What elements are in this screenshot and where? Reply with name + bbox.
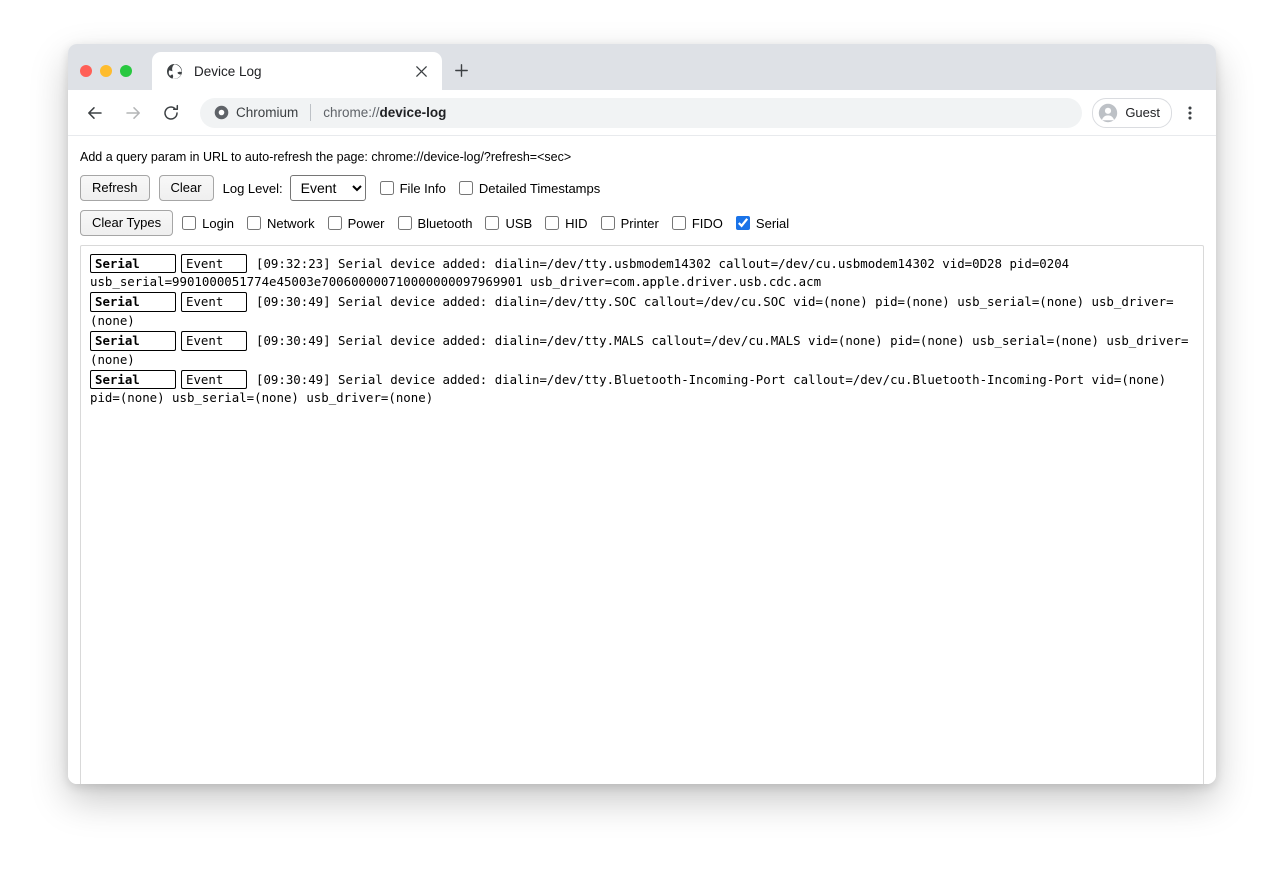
type-filter-hid: HID: [545, 216, 587, 231]
three-dot-menu-icon[interactable]: [1176, 99, 1204, 127]
close-window-button[interactable]: [80, 65, 92, 77]
profile-button[interactable]: Guest: [1092, 98, 1172, 128]
type-filter-label-usb[interactable]: USB: [505, 216, 532, 231]
primary-controls-row: Refresh Clear Log Level: ErrorUserEventD…: [80, 175, 1204, 201]
chromium-icon: [214, 105, 229, 120]
log-entry: SerialEvent[09:30:49] Serial device adde…: [90, 292, 1195, 330]
log-entry-type-badge: Serial: [90, 254, 176, 274]
log-entry-level-badge: Event: [181, 370, 247, 390]
log-entry-type-badge: Serial: [90, 292, 176, 312]
file-info-label[interactable]: File Info: [400, 181, 446, 196]
type-filter-fido: FIDO: [672, 216, 723, 231]
window-traffic-lights: [80, 65, 132, 77]
type-filter-checkbox-network[interactable]: [247, 216, 261, 230]
reload-icon[interactable]: [156, 98, 186, 128]
log-output-panel[interactable]: SerialEvent[09:32:23] Serial device adde…: [80, 245, 1204, 784]
type-filter-checkbox-login[interactable]: [182, 216, 196, 230]
type-filter-checkbox-usb[interactable]: [485, 216, 499, 230]
file-info-checkbox[interactable]: [380, 181, 394, 195]
log-level-label: Log Level:: [223, 181, 283, 196]
type-filter-serial: Serial: [736, 216, 789, 231]
forward-icon[interactable]: [118, 98, 148, 128]
type-filter-list: Login Network Power Bluetooth USB HID Printer F…: [182, 216, 789, 231]
device-log-page: Add a query param in URL to auto-refresh…: [68, 136, 1216, 784]
detailed-timestamps-label[interactable]: Detailed Timestamps: [479, 181, 600, 196]
type-filter-label-fido[interactable]: FIDO: [692, 216, 723, 231]
type-filter-label-printer[interactable]: Printer: [621, 216, 659, 231]
tab-strip: Device Log: [68, 44, 1216, 90]
type-filter-bluetooth: Bluetooth: [398, 216, 473, 231]
type-filter-label-login[interactable]: Login: [202, 216, 234, 231]
type-filter-network: Network: [247, 216, 315, 231]
address-bar[interactable]: Chromium chrome://device-log: [200, 98, 1082, 128]
refresh-hint: Add a query param in URL to auto-refresh…: [80, 149, 1204, 165]
minimize-window-button[interactable]: [100, 65, 112, 77]
maximize-window-button[interactable]: [120, 65, 132, 77]
type-filter-label-power[interactable]: Power: [348, 216, 385, 231]
file-info-group: File Info: [380, 181, 446, 196]
omnibox-divider: [310, 104, 311, 121]
omnibox-app-chip: Chromium: [214, 105, 298, 120]
type-filters-row: Clear Types Login Network Power Bluetooth US…: [80, 210, 1204, 236]
type-filter-checkbox-bluetooth[interactable]: [398, 216, 412, 230]
browser-toolbar: Chromium chrome://device-log Guest: [68, 90, 1216, 136]
log-entry-level-badge: Event: [181, 254, 247, 274]
detailed-timestamps-group: Detailed Timestamps: [459, 181, 600, 196]
type-filter-power: Power: [328, 216, 385, 231]
log-entry-level-badge: Event: [181, 292, 247, 312]
close-icon[interactable]: [410, 60, 432, 82]
person-icon: [1098, 103, 1118, 123]
log-entry: SerialEvent[09:32:23] Serial device adde…: [90, 254, 1195, 292]
log-entry-list: SerialEvent[09:32:23] Serial device adde…: [90, 254, 1195, 407]
type-filter-checkbox-fido[interactable]: [672, 216, 686, 230]
log-entry-message: [09:30:49] Serial device added: dialin=/…: [90, 333, 1188, 367]
type-filter-label-network[interactable]: Network: [267, 216, 315, 231]
log-level-select[interactable]: ErrorUserEventDebug: [290, 175, 366, 201]
type-filter-usb: USB: [485, 216, 532, 231]
type-filter-checkbox-serial[interactable]: [736, 216, 750, 230]
tab-title: Device Log: [194, 64, 410, 79]
type-filter-label-bluetooth[interactable]: Bluetooth: [418, 216, 473, 231]
log-entry-level-badge: Event: [181, 331, 247, 351]
log-entry-message: [09:30:49] Serial device added: dialin=/…: [90, 294, 1174, 328]
type-filter-label-serial[interactable]: Serial: [756, 216, 789, 231]
clear-button[interactable]: Clear: [159, 175, 214, 201]
type-filter-printer: Printer: [601, 216, 659, 231]
log-entry-type-badge: Serial: [90, 370, 176, 390]
tab-device-log[interactable]: Device Log: [152, 52, 442, 90]
log-entry-type-badge: Serial: [90, 331, 176, 351]
profile-name: Guest: [1125, 105, 1160, 120]
screen: Device Log: [0, 0, 1280, 875]
type-filter-checkbox-printer[interactable]: [601, 216, 615, 230]
type-filter-login: Login: [182, 216, 234, 231]
detailed-timestamps-checkbox[interactable]: [459, 181, 473, 195]
back-icon[interactable]: [80, 98, 110, 128]
omnibox-url: chrome://device-log: [323, 105, 446, 120]
log-entry: SerialEvent[09:30:49] Serial device adde…: [90, 370, 1195, 408]
browser-window: Device Log: [68, 44, 1216, 784]
type-filter-checkbox-power[interactable]: [328, 216, 342, 230]
omnibox-url-prefix: chrome://: [323, 105, 379, 120]
new-tab-button[interactable]: [448, 57, 474, 83]
type-filter-checkbox-hid[interactable]: [545, 216, 559, 230]
clear-types-button[interactable]: Clear Types: [80, 210, 173, 236]
log-entry: SerialEvent[09:30:49] Serial device adde…: [90, 331, 1195, 369]
refresh-button[interactable]: Refresh: [80, 175, 150, 201]
type-filter-label-hid[interactable]: HID: [565, 216, 587, 231]
log-entry-message: [09:30:49] Serial device added: dialin=/…: [90, 372, 1166, 406]
omnibox-url-path: device-log: [380, 105, 447, 120]
globe-icon: [166, 63, 183, 80]
omnibox-app-label: Chromium: [236, 105, 298, 120]
